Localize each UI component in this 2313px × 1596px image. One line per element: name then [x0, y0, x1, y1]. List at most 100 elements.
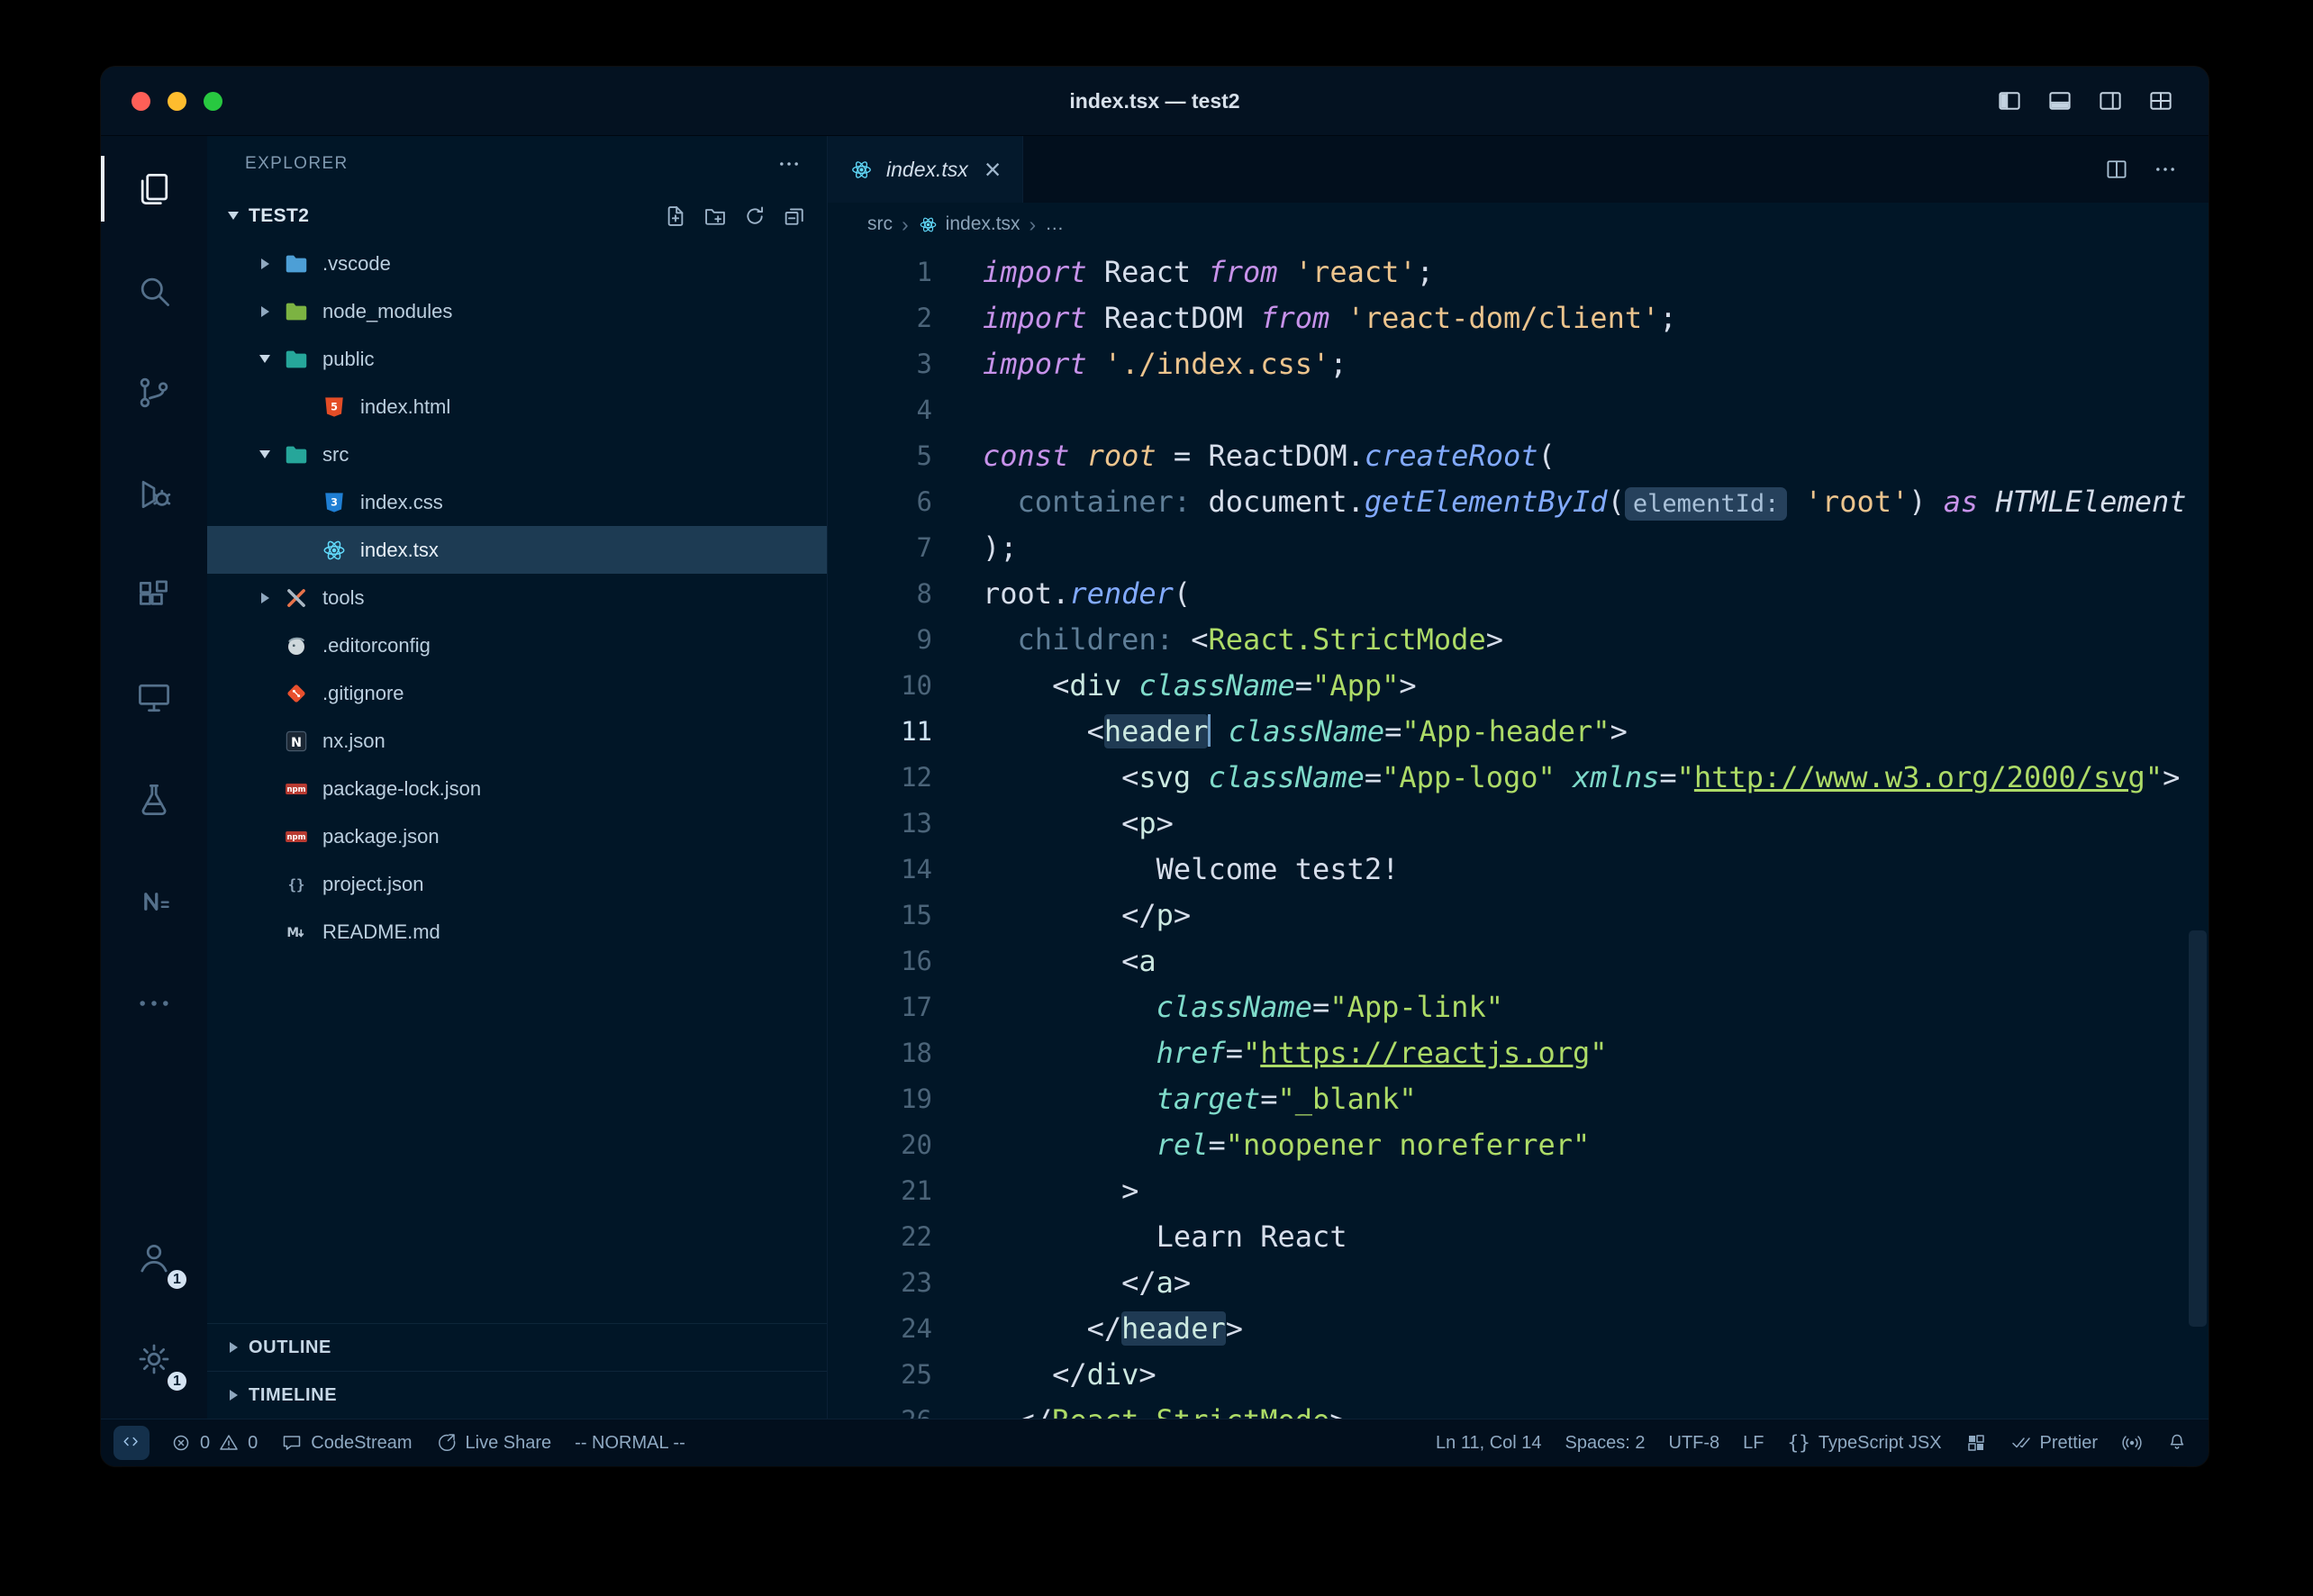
tabbar-spacer — [1023, 136, 2104, 203]
npm-icon: npm — [283, 823, 310, 850]
code-token: const — [983, 439, 1069, 473]
code-text: </React.StrictMode> — [983, 1398, 1347, 1419]
zoom-window-button[interactable] — [204, 92, 222, 111]
editor-scrollbar[interactable] — [2189, 930, 2207, 1327]
status-broadcast[interactable] — [2109, 1419, 2154, 1466]
svg-text:5: 5 — [331, 401, 338, 413]
status-cursor-position[interactable]: Ln 11, Col 14 — [1424, 1419, 1554, 1466]
code-token — [1556, 760, 1573, 794]
refresh-icon[interactable] — [742, 204, 767, 229]
tree-item-package-json[interactable]: npm package.json — [207, 812, 827, 860]
outline-panel-header[interactable]: OUTLINE — [207, 1323, 827, 1371]
chevron-down-icon[interactable] — [253, 443, 277, 467]
status-prettier[interactable]: Prettier — [1999, 1419, 2109, 1466]
tree-chevron-slot — [249, 252, 281, 276]
tree-item-label: package.json — [322, 825, 440, 848]
comment-icon — [281, 1432, 303, 1454]
chevron-right-icon[interactable] — [253, 252, 277, 276]
code-token: from — [1208, 255, 1277, 289]
timeline-panel-header[interactable]: TIMELINE — [207, 1371, 827, 1419]
tree-item-project-json[interactable]: {}project.json — [207, 860, 827, 908]
tab-index-tsx[interactable]: index.tsx × — [828, 136, 1023, 203]
new-file-icon[interactable] — [663, 204, 688, 229]
tree-item-label: src — [322, 443, 349, 467]
collapse-all-icon[interactable] — [782, 204, 807, 229]
code-token: > — [1226, 1311, 1243, 1346]
new-folder-icon[interactable] — [703, 204, 728, 229]
activity-extensions-icon[interactable] — [101, 545, 207, 647]
code-token: "App" — [1312, 668, 1399, 703]
tree-item-tools[interactable]: tools — [207, 574, 827, 621]
status-notifications[interactable] — [2154, 1419, 2200, 1466]
markdown-icon: M — [283, 919, 310, 946]
tree-item-index-css[interactable]: 3index.css — [207, 478, 827, 526]
tree-item-node-modules[interactable]: node_modules — [207, 287, 827, 335]
explorer-section-actions — [663, 204, 827, 229]
code-editor[interactable]: 1import React from 'react';2import React… — [828, 246, 2209, 1419]
activity-explorer-icon[interactable] — [101, 138, 207, 240]
tree-item--vscode[interactable]: .vscode — [207, 240, 827, 287]
layout-grid-icon[interactable] — [2147, 87, 2174, 114]
close-tab-icon[interactable]: × — [984, 155, 1002, 184]
chevron-right-icon[interactable] — [253, 586, 277, 610]
code-text: children: <React.StrictMode> — [983, 617, 1503, 663]
tree-item-label: README.md — [322, 920, 440, 944]
breadcrumb-item[interactable]: … — [1045, 213, 1064, 235]
nx-icon: N — [283, 728, 310, 755]
activity-more-icon[interactable] — [101, 952, 207, 1054]
layout-panel-bottom-icon[interactable] — [2046, 87, 2073, 114]
code-text: <div className="App"> — [983, 663, 1417, 709]
status-liveshare[interactable]: Live Share — [424, 1419, 564, 1466]
activity-remote-explorer-icon[interactable] — [101, 647, 207, 748]
tree-item--editorconfig[interactable]: .editorconfig — [207, 621, 827, 669]
close-window-button[interactable] — [132, 92, 150, 111]
chevron-down-icon[interactable] — [253, 348, 277, 371]
activity-accounts-icon[interactable]: 1 — [101, 1206, 207, 1308]
activity-nx-console-icon[interactable] — [101, 850, 207, 952]
code-token: < — [983, 760, 1138, 794]
tree-item-package-lock-json[interactable]: npmpackage-lock.json — [207, 765, 827, 812]
layout-sidebar-right-icon[interactable] — [2097, 87, 2124, 114]
status-codestream[interactable]: CodeStream — [269, 1419, 423, 1466]
split-editor-icon[interactable] — [2104, 157, 2129, 182]
code-text: > — [983, 1168, 1138, 1214]
code-token: import — [983, 255, 1087, 289]
status-encoding[interactable]: UTF-8 — [1657, 1419, 1732, 1466]
react-icon — [849, 158, 874, 182]
line-number: 19 — [828, 1076, 932, 1122]
layout-sidebar-left-icon[interactable] — [1996, 87, 2023, 114]
tree-item-index-html[interactable]: 5index.html — [207, 383, 827, 431]
tree-item--gitignore[interactable]: .gitignore — [207, 669, 827, 717]
breadcrumb-item[interactable]: src — [867, 213, 893, 235]
status-eol[interactable]: LF — [1731, 1419, 1775, 1466]
code-line: 16 <a — [828, 939, 2209, 984]
tree-item-nx-json[interactable]: Nnx.json — [207, 717, 827, 765]
explorer-more-icon[interactable] — [776, 151, 802, 177]
activity-settings-icon[interactable]: 1 — [101, 1308, 207, 1410]
tree-item-readme-md[interactable]: M README.md — [207, 908, 827, 956]
chevron-right-icon[interactable] — [253, 300, 277, 323]
tree-item-public[interactable]: public — [207, 335, 827, 383]
status-vim-mode[interactable]: -- NORMAL -- — [563, 1419, 697, 1466]
explorer-title: EXPLORER — [245, 154, 349, 174]
code-token: > — [1610, 714, 1628, 748]
status-remote[interactable] — [113, 1426, 150, 1460]
activity-source-control-icon[interactable] — [101, 341, 207, 443]
minimize-window-button[interactable] — [168, 92, 186, 111]
activity-run-debug-icon[interactable] — [101, 443, 207, 545]
activity-testing-icon[interactable] — [101, 748, 207, 850]
status-problems[interactable]: 00 — [159, 1419, 269, 1466]
status-editor-status[interactable] — [1954, 1419, 1999, 1466]
code-token: import — [983, 301, 1087, 335]
tree-item-src[interactable]: src — [207, 431, 827, 478]
breadcrumb-item[interactable]: index.tsx — [918, 213, 1020, 235]
activity-search-icon[interactable] — [101, 240, 207, 341]
chevron-down-icon[interactable] — [222, 204, 245, 228]
status-indentation[interactable]: Spaces: 2 — [1554, 1419, 1657, 1466]
tree-item-index-tsx[interactable]: index.tsx — [207, 526, 827, 574]
explorer-section-test2[interactable]: TEST2 — [207, 192, 827, 240]
status-language-mode[interactable]: {}TypeScript JSX — [1776, 1419, 1954, 1466]
code-text: <svg className="App-logo" xmlns="http://… — [983, 755, 2180, 801]
more-icon[interactable] — [2153, 157, 2178, 182]
tab-bar: index.tsx × — [828, 136, 2209, 203]
